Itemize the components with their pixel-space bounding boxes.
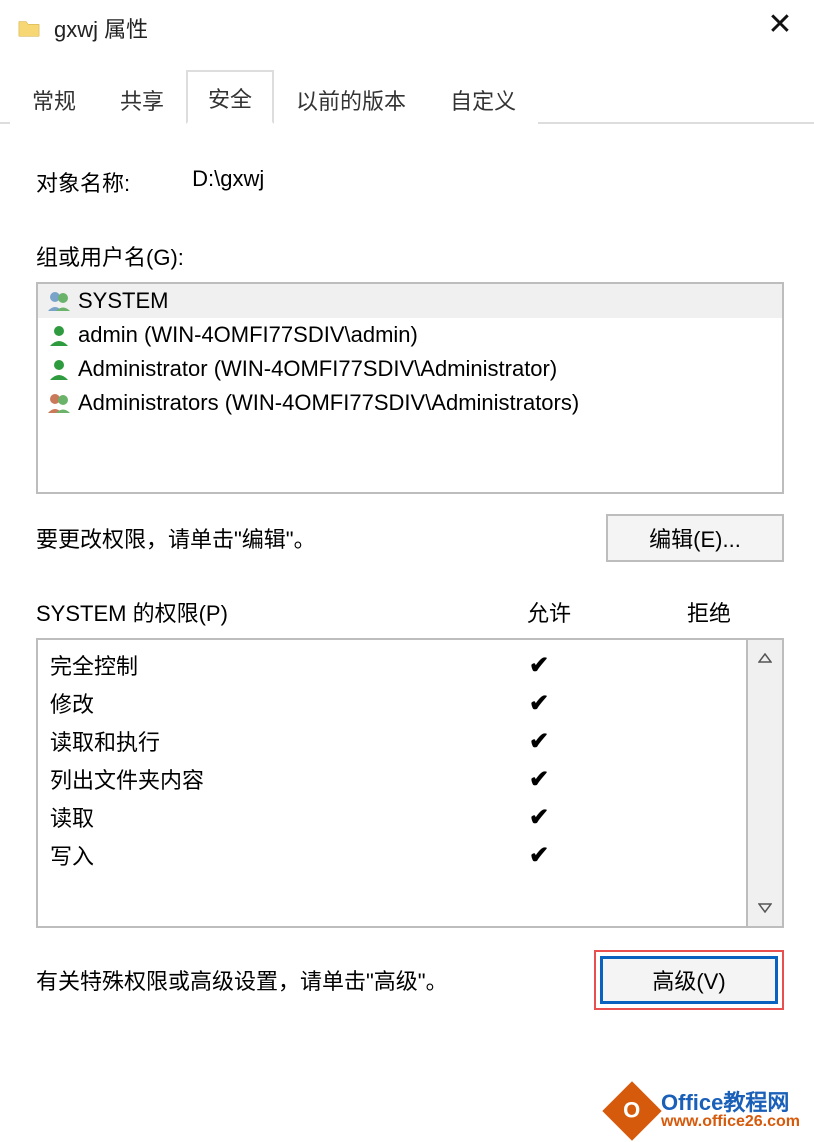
permission-row[interactable]: 写入 ✔	[38, 836, 746, 874]
permission-name: 列出文件夹内容	[50, 763, 464, 795]
column-deny: 拒绝	[634, 596, 784, 628]
scroll-down-icon[interactable]	[748, 890, 782, 926]
user-icon	[46, 357, 72, 381]
tab-general[interactable]: 常规	[10, 72, 98, 124]
permission-row[interactable]: 读取和执行 ✔	[38, 722, 746, 760]
scroll-up-icon[interactable]	[748, 640, 782, 676]
permissions-for-label: SYSTEM 的权限(P)	[36, 596, 464, 628]
list-item-label: admin (WIN-4OMFI77SDIV\admin)	[78, 322, 418, 348]
edit-button[interactable]: 编辑(E)...	[606, 514, 784, 562]
list-item-label: Administrators (WIN-4OMFI77SDIV\Administ…	[78, 390, 579, 416]
permission-row[interactable]: 修改 ✔	[38, 684, 746, 722]
permission-row[interactable]: 完全控制 ✔	[38, 646, 746, 684]
tabs-container: 常规 共享 安全 以前的版本 自定义	[0, 72, 814, 124]
watermark-url: www.office26.com	[661, 1114, 800, 1131]
group-icon	[46, 391, 72, 415]
list-item[interactable]: admin (WIN-4OMFI77SDIV\admin)	[38, 318, 782, 352]
titlebar: gxwj 属性 ✕	[0, 0, 814, 54]
list-item-label: Administrator (WIN-4OMFI77SDIV\Administr…	[78, 356, 557, 382]
watermark-icon: O	[602, 1081, 661, 1140]
permissions-listbox: 完全控制 ✔ 修改 ✔ 读取和执行 ✔ 列出文件夹内容 ✔ 读取 ✔	[36, 638, 784, 928]
edit-row: 要更改权限，请单击"编辑"。 编辑(E)...	[36, 514, 784, 562]
tab-security[interactable]: 安全	[186, 70, 274, 124]
watermark-title: Office教程网	[661, 1091, 800, 1114]
watermark: O Office教程网 www.office26.com	[611, 1090, 800, 1132]
allow-check-icon: ✔	[464, 841, 614, 870]
permission-row[interactable]: 读取 ✔	[38, 798, 746, 836]
object-name-label: 对象名称:	[36, 166, 130, 198]
advanced-row: 有关特殊权限或高级设置，请单击"高级"。 高级(V)	[36, 950, 784, 1010]
allow-check-icon: ✔	[464, 689, 614, 718]
permission-name: 写入	[50, 839, 464, 871]
object-name-value: D:\gxwj	[192, 166, 264, 198]
permission-name: 修改	[50, 687, 464, 719]
advanced-hint-text: 有关特殊权限或高级设置，请单击"高级"。	[36, 964, 594, 996]
allow-check-icon: ✔	[464, 651, 614, 680]
advanced-button[interactable]: 高级(V)	[600, 956, 778, 1004]
column-allow: 允许	[464, 596, 634, 628]
list-item-label: SYSTEM	[78, 288, 168, 314]
security-tab-content: 对象名称: D:\gxwj 组或用户名(G): SYSTEM admin (WI…	[0, 124, 814, 1020]
list-item[interactable]: Administrator (WIN-4OMFI77SDIV\Administr…	[38, 352, 782, 386]
close-button[interactable]: ✕	[764, 12, 796, 44]
folder-icon	[18, 18, 40, 38]
tab-sharing[interactable]: 共享	[98, 72, 186, 124]
permission-name: 完全控制	[50, 649, 464, 681]
permission-row[interactable]: 列出文件夹内容 ✔	[38, 760, 746, 798]
object-name-row: 对象名称: D:\gxwj	[36, 166, 784, 198]
permissions-header: SYSTEM 的权限(P) 允许 拒绝	[36, 596, 784, 628]
list-item[interactable]: SYSTEM	[38, 284, 782, 318]
allow-check-icon: ✔	[464, 727, 614, 756]
edit-hint-text: 要更改权限，请单击"编辑"。	[36, 522, 606, 554]
groups-listbox[interactable]: SYSTEM admin (WIN-4OMFI77SDIV\admin) Adm…	[36, 282, 784, 494]
scrollbar[interactable]	[746, 640, 782, 926]
user-icon	[46, 323, 72, 347]
list-item[interactable]: Administrators (WIN-4OMFI77SDIV\Administ…	[38, 386, 782, 420]
window-title: gxwj 属性	[54, 12, 148, 44]
tab-previous-versions[interactable]: 以前的版本	[274, 72, 428, 124]
permission-name: 读取	[50, 801, 464, 833]
group-icon	[46, 289, 72, 313]
permission-name: 读取和执行	[50, 725, 464, 757]
advanced-highlight-box: 高级(V)	[594, 950, 784, 1010]
groups-label: 组或用户名(G):	[36, 240, 784, 272]
scrollbar-track[interactable]	[748, 676, 782, 890]
allow-check-icon: ✔	[464, 765, 614, 794]
tab-customize[interactable]: 自定义	[428, 72, 538, 124]
allow-check-icon: ✔	[464, 803, 614, 832]
